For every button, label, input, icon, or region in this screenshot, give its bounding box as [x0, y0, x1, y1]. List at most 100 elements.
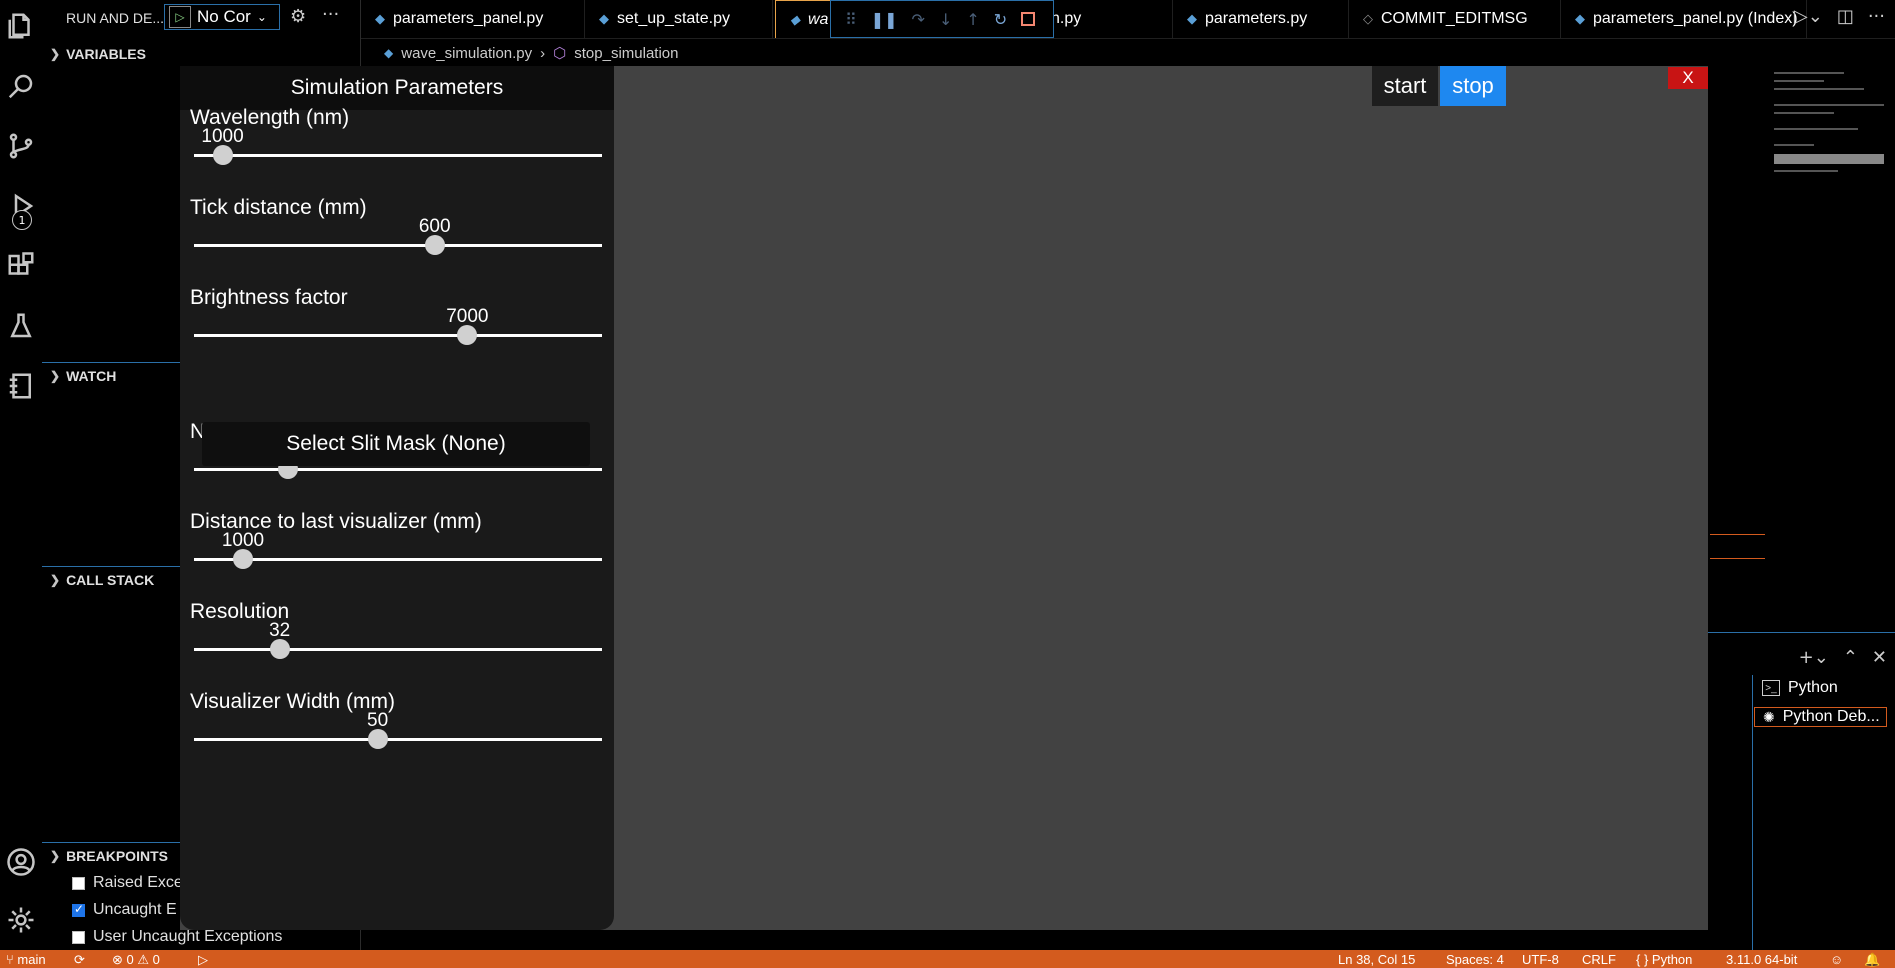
terminal-python[interactable]: >_ Python [1762, 679, 1838, 697]
minimap[interactable] [1770, 66, 1888, 186]
maximize-panel-icon[interactable]: ⌃ [1843, 647, 1858, 668]
minimap-line [1774, 112, 1834, 114]
split-editor-icon[interactable]: ◫ [1837, 6, 1854, 27]
testing-icon[interactable] [0, 304, 42, 348]
slider-thumb[interactable] [457, 325, 478, 345]
close-panel-icon[interactable]: ✕ [1872, 647, 1887, 668]
breakpoints-section-header[interactable]: ❯ BREAKPOINTS [50, 848, 168, 864]
step-into-icon[interactable]: ↓ [939, 10, 952, 29]
debug-config-label: No Cor [197, 7, 251, 26]
call-stack-section-header[interactable]: ❯ CALL STACK [50, 572, 154, 588]
step-over-icon[interactable]: ↷ [912, 10, 925, 29]
branch-name: main [17, 952, 46, 967]
more-icon[interactable]: ··· [1868, 6, 1885, 27]
account-icon[interactable] [0, 840, 42, 884]
tab-label: parameters.py [1205, 10, 1308, 27]
breakpoint-uncaught-exceptions[interactable]: Uncaught E [72, 901, 177, 919]
terminal-python-debug[interactable]: ✺ Python Deb... [1754, 707, 1887, 727]
tab-commit-editmsg[interactable]: ◇ COMMIT_EDITMSG [1349, 0, 1561, 38]
notifications-icon[interactable]: 🔔 [1864, 952, 1880, 968]
terminal-panel: +⌄ ⌃ ✕ >_ Python ✺ Python Deb... [1708, 632, 1895, 951]
debug-config-select[interactable]: ▷ No Cor ⌄ [164, 4, 280, 30]
checkbox[interactable] [72, 876, 85, 890]
settings-gear-icon[interactable] [0, 898, 42, 942]
stop-button[interactable]: stop [1440, 66, 1506, 106]
parameters-panel: Simulation Parameters Wavelength (nm) 100… [180, 66, 614, 930]
slider-thumb[interactable] [367, 729, 388, 749]
stop-icon[interactable] [1021, 12, 1036, 26]
indentation[interactable]: Spaces: 4 [1446, 952, 1504, 967]
drag-handle-icon[interactable]: ⠿ [845, 10, 857, 29]
breakpoint-user-uncaught-exceptions[interactable]: User Uncaught Exceptions [72, 928, 282, 946]
tab-parameters-panel[interactable]: ◆ parameters_panel.py [361, 0, 585, 38]
checkbox-checked[interactable] [72, 902, 85, 917]
slider-thumb[interactable] [424, 235, 445, 255]
more-icon[interactable]: ··· [322, 4, 339, 25]
slider-thumb[interactable] [232, 549, 253, 569]
tab-parameters-panel-index[interactable]: ◆ parameters_panel.py (Index) [1561, 0, 1807, 38]
variables-section-header[interactable]: ❯ VARIABLES [50, 46, 146, 62]
python-file-icon: ◆ [790, 11, 800, 27]
gear-icon[interactable]: ⚙ [290, 6, 306, 27]
activity-bar: 1 [0, 0, 43, 950]
slider-track[interactable] [194, 468, 602, 471]
play-icon[interactable]: ▷ [169, 6, 191, 28]
eol[interactable]: CRLF [1582, 952, 1616, 967]
cursor-position[interactable]: Ln 38, Col 15 [1338, 952, 1415, 967]
breadcrumb-file[interactable]: wave_simulation.py [401, 45, 532, 62]
notebook-icon[interactable] [0, 364, 42, 408]
breakpoints-title: BREAKPOINTS [66, 848, 168, 864]
breadcrumb-symbol[interactable]: stop_simulation [574, 45, 678, 62]
language-mode[interactable]: { } Python [1636, 952, 1692, 967]
debug-toolbar: ⠿ ❚❚ ↷ ↓ ↑ ↻ [830, 0, 1054, 38]
branch-indicator[interactable]: ⑂ main [6, 952, 46, 967]
checkbox[interactable] [72, 930, 85, 944]
editor-marker-line [1710, 558, 1765, 559]
start-button[interactable]: start [1372, 66, 1438, 106]
tab-hidden-file[interactable]: n.py [1041, 0, 1173, 38]
slider-track[interactable] [194, 648, 602, 651]
slider-track[interactable] [194, 154, 602, 157]
language-label: Python [1651, 952, 1693, 967]
pause-icon[interactable]: ❚❚ [871, 10, 898, 29]
sync-icon[interactable]: ⟳ [74, 952, 85, 968]
tab-wave-simulation[interactable]: ◆ wa [775, 0, 831, 38]
breakpoint-label: Raised Exce [93, 874, 183, 891]
tab-parameters[interactable]: ◆ parameters.py [1173, 0, 1349, 38]
search-icon[interactable] [0, 64, 42, 108]
chevron-down-icon: ❯ [50, 573, 61, 587]
step-out-icon[interactable]: ↑ [966, 10, 979, 29]
encoding[interactable]: UTF-8 [1522, 952, 1559, 967]
terminal-icon: >_ [1762, 680, 1780, 696]
slider-thumb[interactable] [269, 639, 290, 659]
explorer-icon[interactable] [0, 4, 42, 48]
slider-thumb[interactable] [212, 145, 233, 165]
breakpoint-label: User Uncaught Exceptions [93, 928, 283, 945]
run-icon[interactable]: ▷⌄ [1794, 6, 1823, 27]
breakpoint-raised-exceptions[interactable]: Raised Exce [72, 874, 183, 892]
select-slit-mask-button[interactable]: Select Slit Mask (None) [202, 422, 590, 466]
chevron-right-icon: › [540, 44, 546, 62]
slider-track[interactable] [194, 244, 602, 247]
extensions-icon[interactable] [0, 244, 42, 288]
slider-track[interactable] [194, 738, 602, 741]
problems-indicator[interactable]: ⊗ 0 ⚠ 0 [112, 952, 160, 968]
restart-icon[interactable]: ↻ [994, 10, 1007, 29]
status-bar: ⑂ main ⟳ ⊗ 0 ⚠ 0 ▷ Ln 38, Col 15 Spaces:… [0, 950, 1895, 968]
source-control-icon[interactable] [0, 124, 42, 168]
terminal-label: Python [1788, 679, 1838, 696]
tab-label: wa [808, 10, 829, 28]
python-interpreter[interactable]: 3.11.0 64-bit [1726, 952, 1797, 967]
close-button[interactable]: X [1668, 67, 1708, 89]
editor-marker-line [1710, 534, 1765, 535]
debug-status-icon[interactable]: ▷ [198, 952, 208, 968]
watch-section-header[interactable]: ❯ WATCH [50, 368, 116, 384]
tab-set-up-state[interactable]: ◆ set_up_state.py [585, 0, 773, 38]
minimap-line [1774, 170, 1838, 172]
add-terminal-icon[interactable]: +⌄ [1799, 647, 1829, 668]
slider-track[interactable] [194, 558, 602, 561]
minimap-slider[interactable] [1774, 154, 1884, 164]
terminal-divider[interactable] [1752, 675, 1753, 951]
slider-track[interactable] [194, 334, 602, 337]
feedback-icon[interactable]: ☺ [1830, 952, 1843, 967]
